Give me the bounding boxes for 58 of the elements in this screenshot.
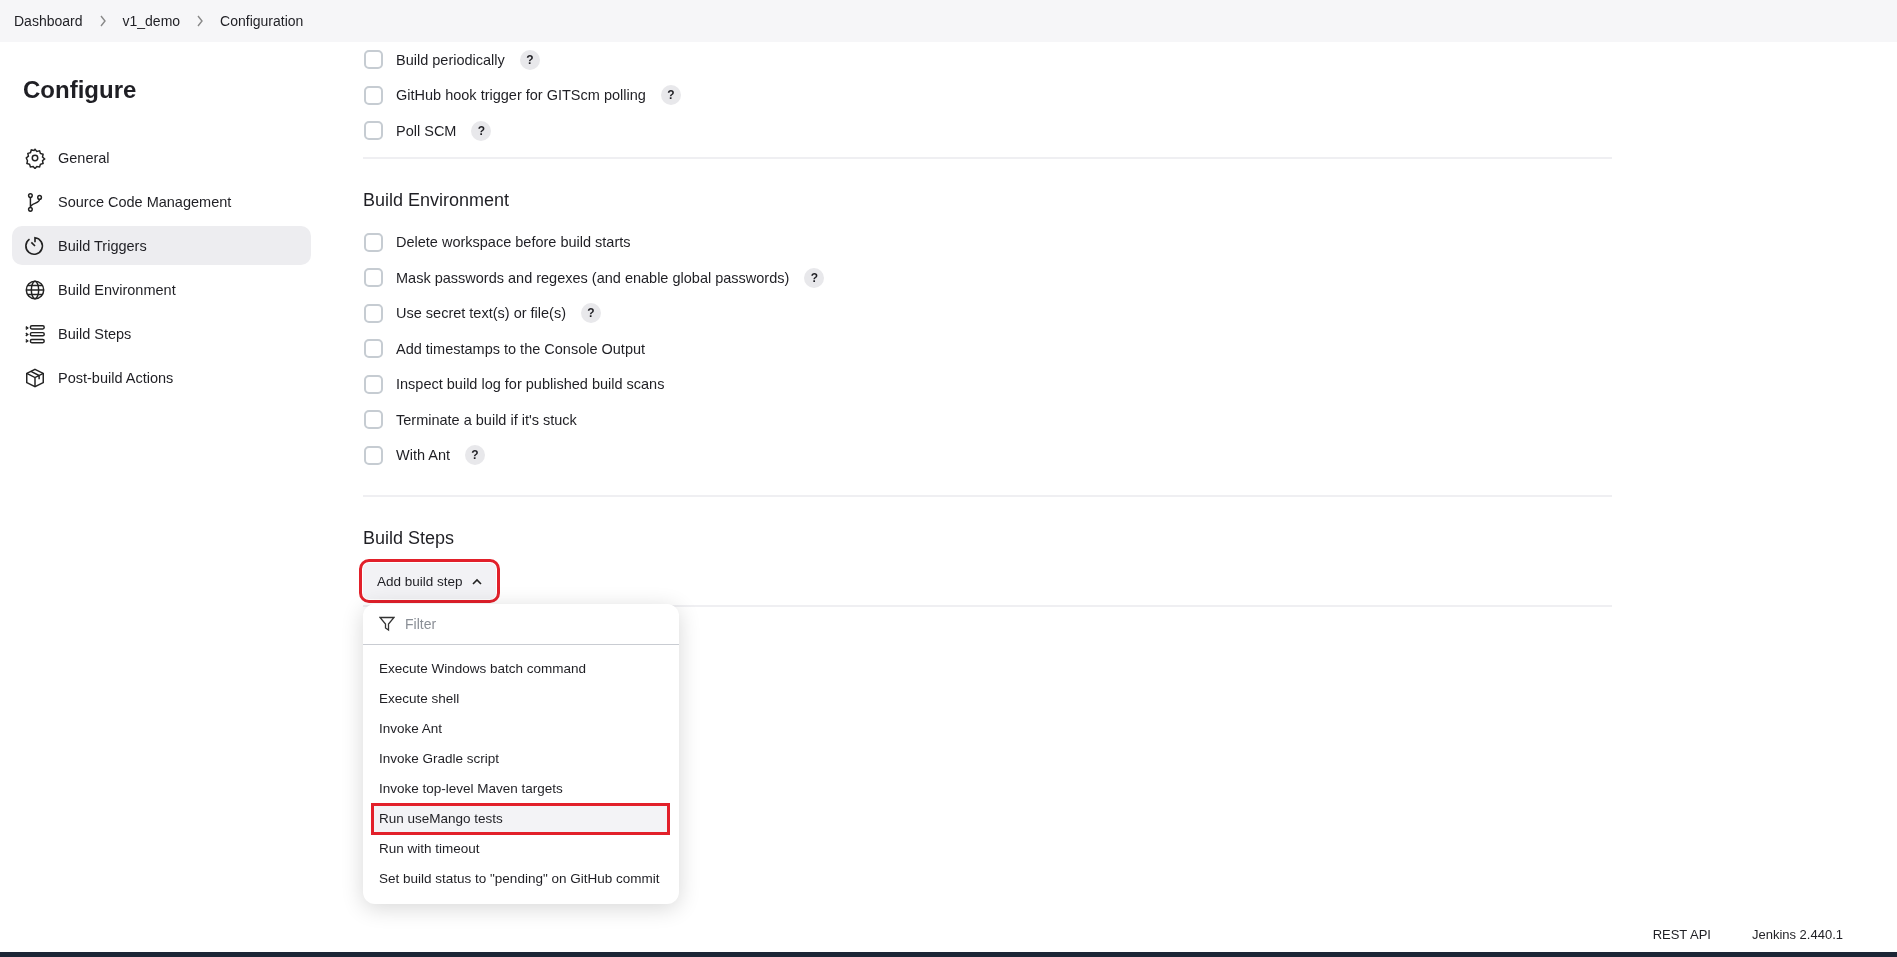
menu-item[interactable]: Invoke top-level Maven targets xyxy=(372,774,669,804)
checkbox[interactable] xyxy=(364,445,383,465)
menu-item[interactable]: Invoke Ant xyxy=(372,714,669,744)
checkbox-label: Delete workspace before build starts xyxy=(396,234,631,251)
menu-item[interactable]: Execute shell xyxy=(372,684,669,714)
caret-icon xyxy=(471,577,482,585)
chevron-icon xyxy=(196,15,205,27)
checkbox[interactable] xyxy=(364,374,383,394)
section-heading: Build Environment xyxy=(363,188,511,211)
checkbox[interactable] xyxy=(364,268,383,288)
checkbox[interactable] xyxy=(364,410,383,430)
checkbox-label: Build periodically xyxy=(396,51,505,68)
footer-link[interactable]: REST API xyxy=(1652,927,1711,942)
checkbox-label: GitHub hook trigger for GITScm polling xyxy=(396,87,646,104)
timer-icon xyxy=(24,234,46,257)
checkbox-label: Poll SCM xyxy=(396,122,457,139)
checkbox-label: Inspect build log for published build scans xyxy=(396,376,665,393)
checkbox[interactable] xyxy=(364,121,383,141)
help-button[interactable]: ? xyxy=(804,267,825,288)
checkbox[interactable] xyxy=(364,339,383,359)
gear-icon xyxy=(24,146,46,169)
breadcrumb-link[interactable]: v1_demo xyxy=(122,13,181,29)
help-button[interactable]: ? xyxy=(660,85,681,106)
menu-item[interactable]: Invoke Gradle script xyxy=(372,744,669,774)
menu-item[interactable]: Set build status to "pending" on GitHub commit xyxy=(372,864,669,894)
checkbox-label: With Ant xyxy=(396,447,450,464)
list-icon xyxy=(24,322,46,345)
checkbox-label: Add timestamps to the Console Output xyxy=(396,340,646,357)
checkbox-label: Mask passwords and regexes (and enable global passwords) xyxy=(396,269,790,286)
menu-item[interactable]: Run useMango tests xyxy=(372,804,669,834)
sidebar-item[interactable]: General xyxy=(12,138,311,177)
filter-icon xyxy=(379,616,395,632)
package-icon xyxy=(24,366,46,389)
checkbox[interactable] xyxy=(364,303,383,323)
checkbox-label: Use secret text(s) or file(s) xyxy=(396,305,566,322)
sidebar-item[interactable]: Source Code Management xyxy=(12,182,311,221)
sidebar-item[interactable]: Build Triggers xyxy=(12,226,311,265)
checkbox[interactable] xyxy=(364,50,383,70)
help-button[interactable]: ? xyxy=(465,445,485,466)
checkbox-label: Terminate a build if it's stuck xyxy=(396,411,577,428)
page-title: Configure xyxy=(23,76,138,104)
menu-item[interactable]: Execute Windows batch command xyxy=(372,654,669,684)
menu-item[interactable]: Run with timeout xyxy=(372,834,669,864)
breadcrumb-link[interactable]: Dashboard xyxy=(14,13,83,29)
globe-icon xyxy=(24,278,46,301)
sidebar-item[interactable]: Build Steps xyxy=(12,314,311,353)
help-button[interactable]: ? xyxy=(471,120,492,141)
filter-field[interactable]: Filter xyxy=(405,612,663,636)
checkbox[interactable] xyxy=(364,85,383,105)
sidebar-item[interactable]: Build Environment xyxy=(12,270,311,309)
sidebar-item[interactable]: Post-build Actions xyxy=(12,358,311,397)
help-button[interactable]: ? xyxy=(581,303,601,324)
checkbox[interactable] xyxy=(364,232,383,252)
chevron-icon xyxy=(98,15,107,27)
breadcrumb-link[interactable]: Configuration xyxy=(220,13,304,29)
help-button[interactable]: ? xyxy=(519,49,540,70)
section-heading: Build Steps xyxy=(363,527,456,549)
footer-link[interactable]: Jenkins 2.440.1 xyxy=(1751,927,1843,942)
